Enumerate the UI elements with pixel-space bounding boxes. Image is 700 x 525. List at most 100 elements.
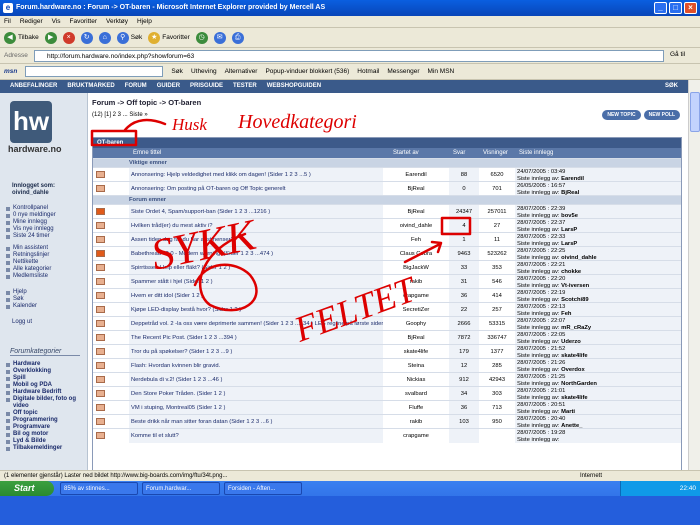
topic-replies[interactable]: 12	[449, 359, 479, 373]
topic-title[interactable]: VM i stuping, Montreal05 (Sider 1 2 )	[129, 401, 383, 415]
table-row[interactable]: Komme til et slutt? crapgame 28/07/2005 : …	[93, 428, 681, 443]
topic-starter[interactable]: skate4life	[385, 345, 447, 359]
table-row[interactable]: Deppetråd vol. 2 -la oss være deprimerte…	[93, 316, 681, 331]
topic-title[interactable]: Siste Ordet 4, Spam/support-ban (Sider 1…	[129, 205, 383, 219]
menu-hjelp[interactable]: Hjelp	[137, 16, 152, 27]
topic-starter[interactable]: BigJackW	[385, 261, 447, 275]
topic-starter[interactable]: SecretiZer	[385, 303, 447, 317]
table-row[interactable]: Assen tiden dag får du har abstinenser? F…	[93, 232, 681, 247]
category-link[interactable]: Lyd & Bilde	[6, 438, 87, 445]
topic-replies[interactable]: 9463	[449, 247, 479, 261]
nav-prisguide[interactable]: PRISGUIDE	[190, 80, 223, 93]
go-button[interactable]: Gå til	[670, 51, 685, 58]
topic-title[interactable]: Assen tiden dag får du har abstinenser?	[129, 233, 383, 247]
nav-webshopguiden[interactable]: WEBSHOPGUIDEN	[267, 80, 321, 93]
login-user[interactable]: oivind_dahle	[12, 190, 55, 197]
last-post[interactable]: 28/07/2005 : 22:33 Siste innlegg av: Lars…	[515, 233, 681, 247]
close-button[interactable]: ×	[684, 2, 697, 14]
col-last[interactable]: Siste innlegg	[519, 148, 553, 158]
topic-title[interactable]: Komme til et slutt?	[129, 429, 383, 443]
vertical-scrollbar[interactable]	[688, 80, 700, 470]
msn-hotmail-button[interactable]: Hotmail	[357, 68, 379, 75]
msn-mymsn-button[interactable]: Min MSN	[428, 68, 455, 75]
table-row[interactable]: Babethread v2.0 - Modern warning! (Sider…	[93, 246, 681, 261]
last-post[interactable]: 28/07/2005 : 22:39 Siste innlegg av: bov5…	[515, 205, 681, 219]
category-link[interactable]: Digitale bilder, foto og video	[6, 396, 87, 410]
topic-starter[interactable]: Goophy	[385, 317, 447, 331]
topic-replies[interactable]: 88	[449, 168, 479, 182]
category-link[interactable]: Bil og motor	[6, 431, 87, 438]
topic-replies[interactable]: 1	[449, 233, 479, 247]
topic-title[interactable]: Nerdebula di v.2! (Sider 1 2 3 ...46 )	[129, 373, 383, 387]
col-title[interactable]: Emne tittel	[133, 148, 161, 158]
topic-title[interactable]: Deppetråd vol. 2 -la oss være deprimerte…	[129, 317, 383, 331]
nav-tester[interactable]: TESTER	[233, 80, 257, 93]
sidebar-link[interactable]: Vis nye innlegg	[6, 226, 56, 233]
topic-title[interactable]: Kjøpe LED-display bestå hvor? (Sider 1 2…	[129, 303, 383, 317]
msn-search-button[interactable]: Søk	[171, 68, 183, 75]
topic-title[interactable]: The Recent Pic Post. (Sider 1 2 3 ...394…	[129, 331, 383, 345]
nav-forum[interactable]: FORUM	[125, 80, 147, 93]
sidebar-link[interactable]: Medlemsliste	[6, 273, 51, 280]
category-link[interactable]: Programmering	[6, 417, 87, 424]
topic-replies[interactable]: 24347	[449, 205, 479, 219]
task-button[interactable]: Forsiden - Aften...	[224, 482, 302, 495]
msn-alternatives-button[interactable]: Alternativer	[225, 68, 258, 75]
table-row[interactable]: Annonsering: Om posting på OT-baren og O…	[93, 181, 681, 196]
last-post[interactable]: 28/07/2005 : 22:07 Siste innlegg av: mR_c…	[515, 317, 681, 331]
topic-replies[interactable]: 36	[449, 401, 479, 415]
sidebar-link[interactable]: Min assistent	[6, 245, 51, 252]
forward-button[interactable]: ▶	[44, 31, 57, 44]
sidebar-link[interactable]: Mine innlegg	[6, 219, 56, 226]
topic-title[interactable]: Annonsering: Om posting på OT-baren og O…	[129, 182, 383, 196]
table-row[interactable]: Spirrtissen Help eller fläkt? (Sider 1 2…	[93, 260, 681, 275]
last-post[interactable]: 28/07/2005 : 22:21 Siste innlegg av: chok…	[515, 261, 681, 275]
topic-starter[interactable]: Feh	[385, 233, 447, 247]
topic-title[interactable]: Annonsering: Hjelp veldedighet med klikk…	[129, 168, 383, 182]
topic-starter[interactable]: crapgame	[385, 429, 447, 443]
topic-replies[interactable]: 7872	[449, 331, 479, 345]
topic-replies[interactable]: 34	[449, 387, 479, 401]
sidebar-link[interactable]: Søk	[6, 296, 37, 303]
topic-replies[interactable]: 0	[449, 182, 479, 196]
last-post[interactable]: 28/07/2005 : 20:40 Siste innlegg av: Anet…	[515, 415, 681, 429]
sidebar-link[interactable]: Retningslinjer	[6, 252, 51, 259]
topic-replies[interactable]: 2666	[449, 317, 479, 331]
sidebar-link[interactable]: 0 nye meldinger	[6, 212, 56, 219]
sidebar-link[interactable]: Alle kategorier	[6, 266, 51, 273]
msn-search-input[interactable]	[25, 66, 164, 77]
minimize-button[interactable]: _	[654, 2, 667, 14]
start-button[interactable]: Start	[0, 481, 54, 496]
print-button[interactable]: ⎙	[231, 31, 244, 44]
history-button[interactable]: ◷	[195, 31, 208, 44]
last-post[interactable]: 28/07/2005 : 22:19 Siste innlegg av: Scot…	[515, 289, 681, 303]
topic-starter[interactable]: Steina	[385, 359, 447, 373]
search-button[interactable]: ⚲ Søk	[116, 31, 142, 44]
nav-anbefalinger[interactable]: ANBEFALINGER	[10, 80, 57, 93]
last-post[interactable]: 28/07/2005 : 21:26 Siste innlegg av: Over…	[515, 359, 681, 373]
msn-highlight-button[interactable]: Utheving	[191, 68, 217, 75]
last-post[interactable]: 28/07/2005 : 22:25 Siste innlegg av: oivi…	[515, 247, 681, 261]
back-button[interactable]: ◀ Tilbake	[4, 31, 39, 44]
breadcrumb[interactable]: Forum -> Off topic -> OT-baren	[92, 98, 201, 107]
table-row[interactable]: Kjøpe LED-display bestå hvor? (Sider 1 2…	[93, 302, 681, 317]
table-row[interactable]: Flash: Hvordan kvinnen blir gravid. Stein…	[93, 358, 681, 373]
nav-guider[interactable]: GUIDER	[157, 80, 180, 93]
topic-title[interactable]: Tror du på spøkelser? (Sider 1 2 3 ...9 …	[129, 345, 383, 359]
col-replies[interactable]: Svar	[453, 148, 465, 158]
topic-replies[interactable]: 31	[449, 275, 479, 289]
table-row[interactable]: Hvilken tråd(er) du mest aktiv i? oivind_…	[93, 218, 681, 233]
topic-replies[interactable]: 179	[449, 345, 479, 359]
address-input[interactable]: http://forum.hardware.no/index.php?showf…	[34, 50, 664, 62]
table-row[interactable]: Annonsering: Hjelp veldedighet med klikk…	[93, 167, 681, 182]
sidebar-link[interactable]: Hjelp	[6, 289, 37, 296]
topic-title[interactable]: Den Store Poker Tråden. (Sider 1 2 )	[129, 387, 383, 401]
home-button[interactable]: ⌂	[98, 31, 111, 44]
table-row[interactable]: Nerdebula di v.2! (Sider 1 2 3 ...46 ) Ni…	[93, 372, 681, 387]
maximize-button[interactable]: □	[669, 2, 682, 14]
topic-starter[interactable]: svalbard	[385, 387, 447, 401]
table-row[interactable]: Siste Ordet 4, Spam/support-ban (Sider 1…	[93, 204, 681, 219]
last-post[interactable]: 28/07/2005 : 21:25 Siste innlegg av: Nort…	[515, 373, 681, 387]
menu-fil[interactable]: Fil	[4, 16, 11, 27]
msn-messenger-button[interactable]: Messenger	[387, 68, 419, 75]
